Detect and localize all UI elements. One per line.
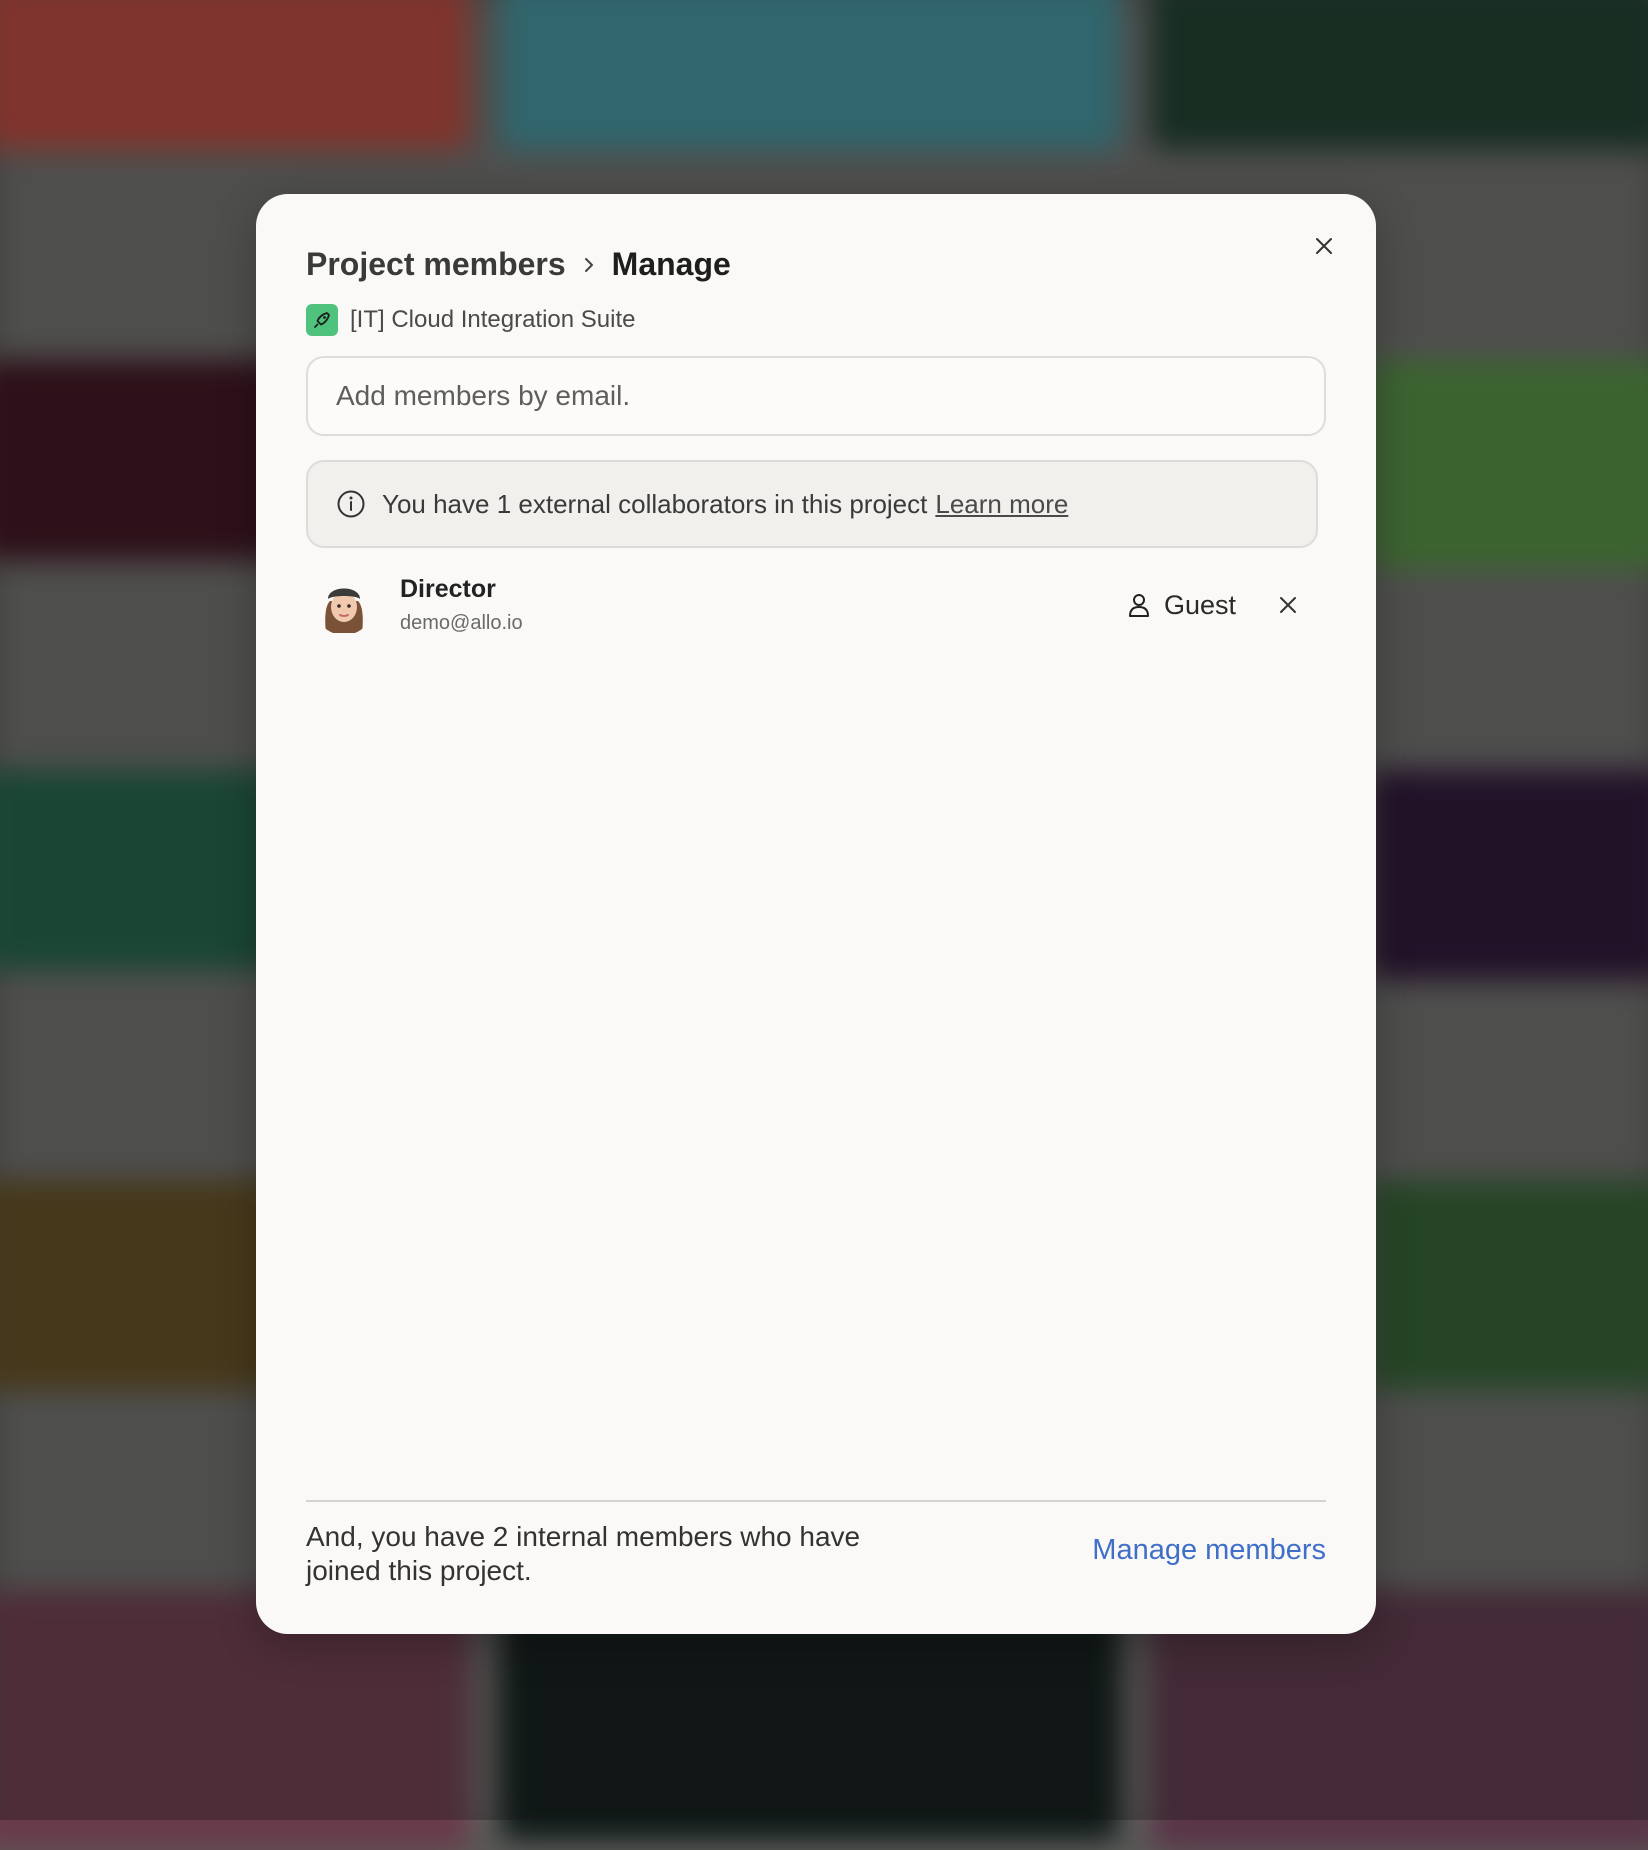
- project-label: [IT] Cloud Integration Suite: [306, 304, 636, 336]
- manage-members-link[interactable]: Manage members: [1092, 1534, 1326, 1567]
- close-icon: [1280, 597, 1296, 613]
- person-icon: [1128, 594, 1149, 617]
- member-email: demo@allo.io: [400, 612, 523, 634]
- external-collaborators-notice: You have 1 external collaborators in thi…: [306, 460, 1318, 548]
- member-role-selector[interactable]: Guest: [1126, 590, 1236, 621]
- member-role-label: Guest: [1163, 589, 1236, 620]
- avatar: [314, 575, 374, 635]
- member-row: Director demo@allo.io Guest: [306, 566, 1318, 644]
- notice-text: You have 1 external collaborators in thi…: [382, 488, 928, 519]
- add-members-email-input[interactable]: [306, 356, 1326, 436]
- breadcrumb-project-members[interactable]: Project members: [306, 246, 566, 283]
- breadcrumb: Project members Manage: [306, 246, 731, 283]
- footer-divider: [306, 1500, 1326, 1502]
- info-icon: [336, 489, 366, 519]
- internal-members-text: And, you have 2 internal members who hav…: [306, 1521, 861, 1586]
- project-name: [IT] Cloud Integration Suite: [350, 306, 636, 333]
- close-modal-button[interactable]: [1308, 230, 1340, 262]
- member-name: Director: [400, 575, 496, 603]
- breadcrumb-manage: Manage: [611, 246, 731, 282]
- rocket-icon: [306, 304, 338, 336]
- chevron-right-icon: [582, 255, 596, 275]
- remove-member-button[interactable]: [1272, 589, 1304, 621]
- project-members-modal: Project members Manage [IT] Cloud Integr…: [256, 194, 1376, 1634]
- member-info: Director demo@allo.io: [400, 575, 1126, 635]
- close-icon: [1316, 238, 1332, 254]
- learn-more-link[interactable]: Learn more: [935, 489, 1068, 520]
